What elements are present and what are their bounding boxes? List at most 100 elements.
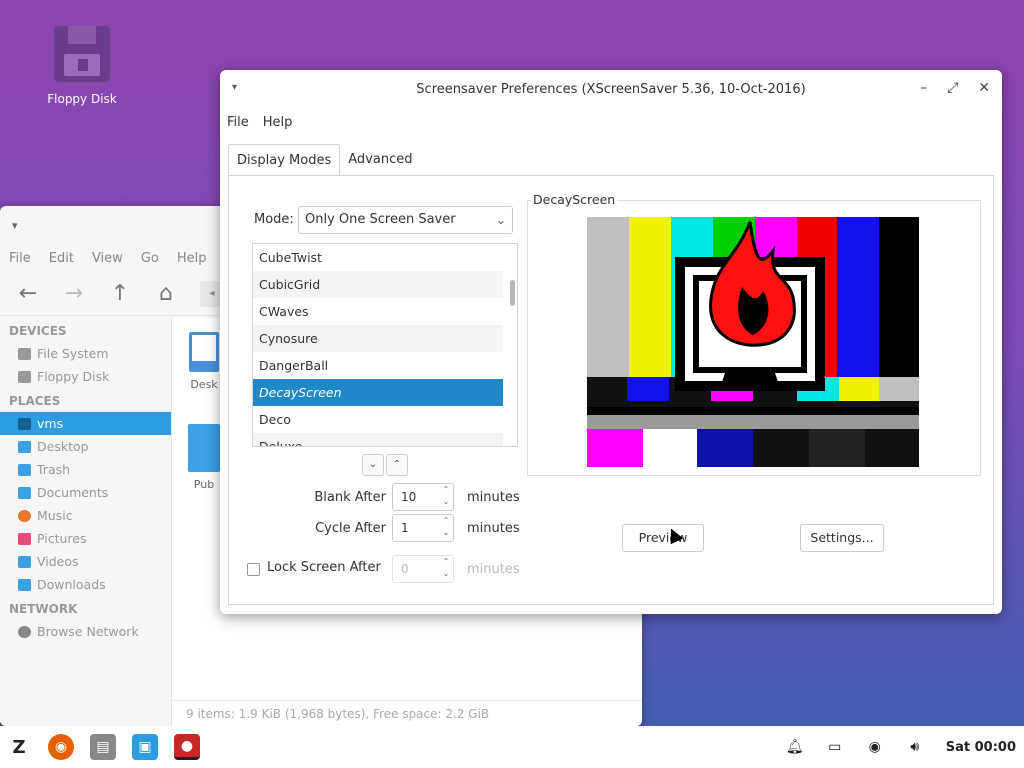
lock-after-spinner: 0 ⌃ ⌄ (392, 555, 454, 583)
desktop-folder-icon (18, 440, 31, 453)
blank-after-spinner[interactable]: 10 ⌃ ⌄ (392, 483, 454, 511)
mode-select-value: Only One Screen Saver (305, 212, 456, 227)
software-store-icon[interactable]: ▣ (132, 734, 158, 760)
cycle-after-spinner[interactable]: 1 ⌃ ⌄ (392, 514, 454, 542)
volume-icon[interactable]: 🔊︎ (906, 738, 924, 756)
folder-icon (188, 424, 220, 472)
list-item[interactable]: Cynosure (253, 325, 503, 352)
cycle-after-value: 1 (401, 521, 409, 535)
taskbar: Z ◉ ▤ ▣ ● 🔔︎ ▭ ◉ 🔊︎ Sat 00:00 (0, 726, 1024, 768)
blank-after-unit: minutes (467, 490, 520, 505)
close-icon[interactable]: ✕ (978, 80, 990, 96)
sidebar-item-file-system[interactable]: File System (0, 342, 171, 365)
fm-menu-go[interactable]: Go (141, 251, 159, 266)
display-modes-panel: Mode: Only One Screen Saver ⌄ CubeTwist … (228, 175, 994, 605)
screensaver-preferences-window: ▾ Screensaver Preferences (XScreenSaver … (220, 70, 1002, 614)
minimize-icon[interactable]: – (920, 80, 927, 96)
system-tray: 🔔︎ ▭ ◉ 🔊︎ Sat 00:00 (786, 726, 1024, 768)
tab-advanced[interactable]: Advanced (340, 144, 420, 176)
desktop-floppy-icon[interactable]: Floppy Disk (40, 26, 124, 106)
network-icon (18, 625, 31, 638)
sidebar-item-label: Browse Network (37, 624, 139, 639)
back-arrow-icon[interactable]: ← (16, 281, 40, 306)
sidebar-item-label: Pictures (37, 531, 87, 546)
sidebar-item-floppy-disk[interactable]: Floppy Disk (0, 365, 171, 388)
floppy-icon (18, 370, 31, 383)
list-scrollbar[interactable] (510, 280, 515, 306)
xs-titlebar: ▾ Screensaver Preferences (XScreenSaver … (220, 70, 1002, 108)
sidebar-item-vms[interactable]: vms (0, 412, 171, 435)
screensaver-preview (587, 217, 919, 467)
prev-arrow-button[interactable]: ⌃ (386, 454, 408, 476)
settings-button[interactable]: Settings... (800, 524, 884, 552)
next-arrow-button[interactable]: ⌄ (362, 454, 384, 476)
drive-icon (18, 347, 31, 360)
screensaver-list[interactable]: CubeTwist CubicGrid CWaves Cynosure Dang… (252, 243, 518, 447)
home-folder-icon (18, 417, 31, 430)
spin-arrows-icon[interactable]: ⌃ ⌄ (441, 515, 451, 539)
fm-menu-edit[interactable]: Edit (49, 251, 74, 266)
maximize-icon[interactable]: ⤢ (947, 80, 958, 96)
clock[interactable]: Sat 00:00 (946, 740, 1016, 755)
blank-after-label: Blank After (314, 490, 386, 505)
preview-caption: DecayScreen (531, 192, 618, 207)
sidebar-item-label: Desktop (37, 439, 89, 454)
fm-menu-view[interactable]: View (92, 251, 123, 266)
sidebar-item-videos[interactable]: Videos (0, 550, 171, 573)
window-title: Screensaver Preferences (XScreenSaver 5.… (416, 81, 806, 97)
videos-icon (18, 555, 31, 568)
fm-menu-help[interactable]: Help (177, 251, 207, 266)
list-item[interactable]: DangerBall (253, 352, 503, 379)
sidebar-item-trash[interactable]: Trash (0, 458, 171, 481)
sidebar-item-label: File System (37, 346, 109, 361)
mode-select[interactable]: Only One Screen Saver ⌄ (298, 206, 513, 234)
zorin-menu-icon[interactable]: Z (6, 734, 32, 760)
list-item[interactable]: Deco (253, 406, 503, 433)
music-icon (18, 509, 31, 522)
spin-arrows-icon[interactable]: ⌃ ⌄ (441, 484, 451, 508)
spin-arrows-icon: ⌃ ⌄ (442, 557, 450, 578)
chevron-down-icon: ⌄ (495, 213, 506, 227)
list-item[interactable]: CubeTwist (253, 244, 503, 271)
power-icon[interactable]: ◉ (866, 738, 884, 756)
bell-icon[interactable]: 🔔︎ (786, 738, 804, 756)
window-menu-icon[interactable]: ▾ (12, 219, 18, 232)
lock-screen-label: Lock Screen After (267, 560, 381, 575)
preview-button[interactable]: Preview (622, 524, 704, 552)
sidebar-item-label: vms (37, 416, 64, 431)
desktop-icon-label: Floppy Disk (47, 92, 117, 106)
sidebar-item-downloads[interactable]: Downloads (0, 573, 171, 596)
tab-display-modes[interactable]: Display Modes (228, 144, 341, 176)
lock-after-unit: minutes (467, 562, 520, 577)
window-menu-icon[interactable]: ▾ (232, 82, 237, 93)
home-icon[interactable]: ⌂ (154, 281, 178, 306)
firefox-icon[interactable]: ◉ (48, 734, 74, 760)
sidebar-item-label: Trash (37, 462, 71, 477)
list-item-selected[interactable]: DecayScreen (253, 379, 503, 406)
fm-menu-file[interactable]: File (9, 251, 31, 266)
sidebar-item-music[interactable]: Music (0, 504, 171, 527)
list-item[interactable]: CubicGrid (253, 271, 503, 298)
side-section-places: PLACES (9, 394, 61, 408)
fm-statusbar: 9 items: 1.9 KiB (1,968 bytes), Free spa… (172, 700, 642, 726)
lock-after-value: 0 (401, 562, 409, 576)
sidebar-item-desktop[interactable]: Desktop (0, 435, 171, 458)
file-manager-icon[interactable]: ▤ (90, 734, 116, 760)
screensaver-app-icon[interactable]: ● (174, 734, 200, 760)
sidebar-item-documents[interactable]: Documents (0, 481, 171, 504)
sidebar-item-pictures[interactable]: Pictures (0, 527, 171, 550)
side-section-network: NETWORK (9, 602, 78, 616)
list-item[interactable]: Deluxe (253, 433, 503, 446)
fm-sidebar: DEVICES File System Floppy Disk PLACES v… (0, 318, 172, 726)
xs-menu-file[interactable]: File (227, 115, 249, 130)
forward-arrow-icon[interactable]: → (62, 281, 86, 306)
lock-screen-checkbox[interactable] (247, 563, 260, 576)
xs-menu-help[interactable]: Help (263, 115, 293, 130)
cycle-after-unit: minutes (467, 521, 520, 536)
list-item[interactable]: CWaves (253, 298, 503, 325)
up-arrow-icon[interactable]: ↑ (108, 281, 132, 306)
display-icon[interactable]: ▭ (826, 738, 844, 756)
sidebar-item-browse-network[interactable]: Browse Network (0, 620, 171, 643)
sidebar-item-label: Downloads (37, 577, 106, 592)
xs-menubar: File Help (220, 108, 1002, 136)
